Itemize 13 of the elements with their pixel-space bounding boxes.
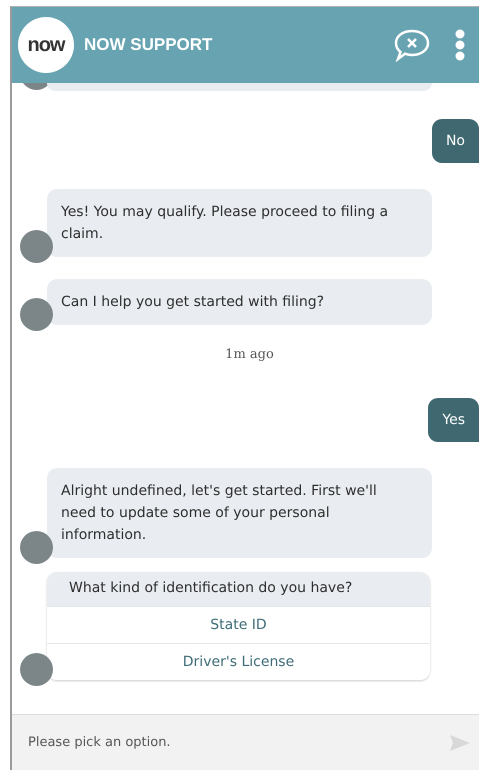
message-input[interactable]: Please pick an option. — [26, 734, 449, 751]
bot-message: Can I help you get started with filing? — [47, 279, 432, 325]
timestamp: 1m ago — [224, 347, 275, 362]
option-button[interactable]: Driver's License — [47, 643, 430, 680]
question-text: What kind of identification do you have? — [68, 579, 354, 598]
bot-message: Alright undefined, let's get started. First we'll need to update some of your personal information. — [47, 468, 432, 558]
message-input-field[interactable]: Please pick an option. — [12, 714, 479, 770]
header-title: NOW SUPPORT — [84, 35, 214, 55]
bot-message: Yes! You may qualify. Please proceed to filing a claim. — [47, 189, 432, 257]
logo: now — [18, 17, 74, 73]
user-message: No — [432, 119, 479, 163]
user-message: Yes — [428, 398, 479, 442]
option-button[interactable]: State ID — [47, 606, 430, 643]
